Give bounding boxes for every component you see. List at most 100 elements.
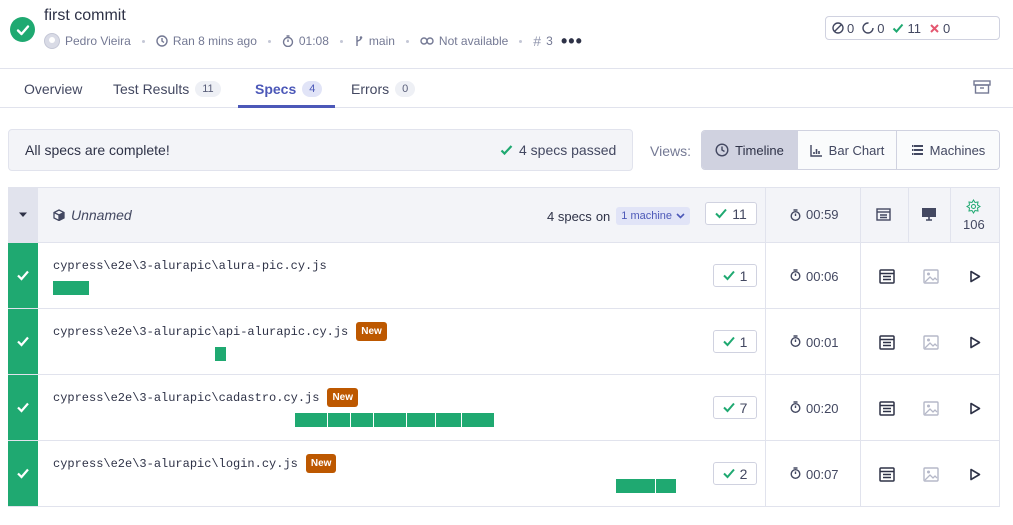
view-machines-button[interactable]: Machines: [897, 131, 999, 169]
view-timeline-button[interactable]: Timeline: [702, 131, 798, 169]
caret-down-icon: [19, 212, 27, 217]
avatar: [44, 33, 60, 49]
divider: [765, 243, 766, 309]
spec-passed-count: 2: [713, 462, 757, 485]
collapse-group-button[interactable]: [8, 187, 38, 243]
divider: [860, 441, 861, 507]
stopwatch-icon: [790, 208, 801, 221]
spec-path[interactable]: cypress\e2e\3-alurapic\cadastro.cy.js Ne…: [53, 388, 359, 407]
check-icon: [722, 400, 735, 416]
completion-message: All specs are complete!: [25, 142, 170, 158]
timeline-bar[interactable]: [462, 413, 494, 427]
spec-passed-indicator: [8, 375, 38, 440]
stopwatch-icon: [790, 467, 801, 482]
divider: [860, 309, 861, 375]
timeline-bar[interactable]: [407, 413, 436, 427]
view-bar-chart-button[interactable]: Bar Chart: [798, 131, 897, 169]
group-duration: 00:59: [790, 207, 839, 222]
package-icon: [53, 209, 65, 221]
branch-icon: [354, 35, 364, 47]
spec-path[interactable]: cypress\e2e\3-alurapic\alura-pic.cy.js: [53, 259, 327, 273]
play-video-icon[interactable]: [966, 333, 984, 351]
tab-test-results[interactable]: Test Results 11: [113, 69, 221, 108]
output-log-icon[interactable]: [878, 399, 896, 417]
group-passed-count: 11: [705, 202, 757, 225]
failed-count: 0: [929, 21, 950, 36]
branch-name[interactable]: main: [369, 34, 395, 48]
separator-dot: [267, 39, 271, 43]
output-log-icon[interactable]: [878, 333, 896, 351]
tab-count-badge: 0: [395, 80, 416, 97]
timeline-bar[interactable]: [656, 479, 676, 493]
screenshot-icon[interactable]: [922, 399, 940, 417]
timeline-bar[interactable]: [295, 413, 328, 427]
check-icon: [722, 268, 735, 284]
divider: [860, 375, 861, 441]
spec-duration: 00:06: [790, 269, 839, 284]
spec-passed-indicator: [8, 309, 38, 374]
spec-path[interactable]: cypress\e2e\3-alurapic\login.cy.js New: [53, 454, 337, 473]
separator-dot: [339, 39, 343, 43]
hash-icon: #: [533, 33, 542, 49]
tab-overview[interactable]: Overview: [24, 69, 82, 108]
machines-dropdown[interactable]: 1 machine: [616, 207, 691, 225]
play-video-icon[interactable]: [966, 267, 984, 285]
link-icon: [420, 36, 434, 46]
spec-row[interactable]: [8, 309, 1000, 375]
divider: [950, 187, 951, 243]
spec-passed-count: 1: [713, 330, 757, 353]
tab-specs[interactable]: Specs 4: [255, 69, 323, 108]
timeline-bar[interactable]: [215, 347, 226, 361]
clock-icon: [156, 35, 168, 47]
divider: [860, 243, 861, 309]
machines-icon: [911, 145, 923, 155]
divider: [860, 187, 861, 243]
screenshot-icon[interactable]: [922, 333, 940, 351]
flaky-icon: [964, 197, 982, 215]
play-video-icon[interactable]: [966, 399, 984, 417]
flake-count: 106: [963, 217, 985, 232]
run-meta: Pedro Vieira Ran 8 mins ago 01:08 main N…: [44, 33, 553, 49]
spec-row[interactable]: [8, 441, 1000, 507]
run-tabs: Overview Test Results 11 Specs 4 Errors 0: [0, 68, 1013, 108]
timeline-bar[interactable]: [374, 413, 407, 427]
play-video-icon[interactable]: [966, 465, 984, 483]
spec-group-header: [8, 187, 1000, 243]
separator-dot: [405, 39, 409, 43]
ran-time: Ran 8 mins ago: [172, 34, 257, 48]
new-spec-badge: New: [327, 388, 359, 407]
skipped-count: 0: [832, 21, 854, 36]
spec-path[interactable]: cypress\e2e\3-alurapic\api-alurapic.cy.j…: [53, 322, 387, 341]
spec-row[interactable]: [8, 243, 1000, 309]
timeline-bar[interactable]: [328, 413, 351, 427]
stopwatch-icon: [282, 35, 294, 47]
spec-duration: 00:20: [790, 401, 839, 416]
archive-icon[interactable]: [973, 80, 991, 94]
timeline-bar[interactable]: [436, 413, 462, 427]
timeline-bar[interactable]: [53, 281, 89, 295]
output-log-icon[interactable]: [878, 465, 896, 483]
screenshot-icon[interactable]: [922, 267, 940, 285]
spec-row[interactable]: [8, 375, 1000, 441]
check-icon: [17, 468, 29, 479]
view-switcher: Timeline Bar Chart Machines: [701, 130, 1000, 170]
tab-errors[interactable]: Errors 0: [351, 69, 416, 108]
stopwatch-icon: [790, 335, 801, 350]
timeline-bar[interactable]: [616, 479, 656, 493]
group-spec-summary: 4 specs on 1 machine: [547, 207, 691, 225]
timeline-bar[interactable]: [351, 413, 374, 427]
more-options-button[interactable]: •••: [561, 31, 583, 52]
separator-dot: [519, 39, 523, 43]
screenshot-icon[interactable]: [922, 465, 940, 483]
run-duration: 01:08: [298, 34, 329, 48]
separator-dot: [141, 39, 145, 43]
new-spec-badge: New: [356, 322, 387, 341]
group-name: Unnamed: [53, 207, 132, 223]
check-icon: [722, 466, 735, 482]
divider: [765, 309, 766, 375]
output-log-icon[interactable]: [878, 267, 896, 285]
divider: [908, 187, 909, 243]
pending-count: 0: [862, 21, 884, 36]
x-icon: [930, 23, 939, 33]
divider: [765, 187, 766, 243]
